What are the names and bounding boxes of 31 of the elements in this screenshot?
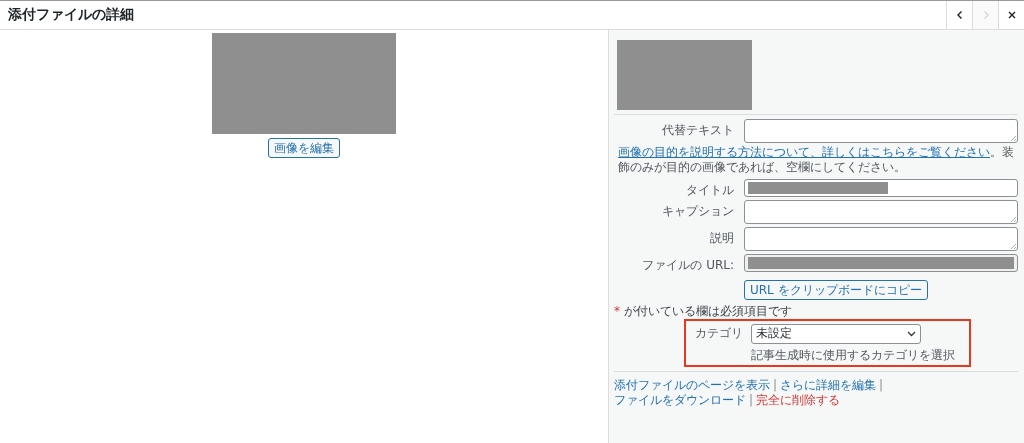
required-note: * が付いている欄は必須項目です	[614, 304, 793, 319]
separator: |	[879, 377, 884, 393]
action-link[interactable]: さらに詳細を編集	[780, 377, 877, 393]
window-title: 添付ファイルの詳細	[8, 6, 134, 24]
field-label: タイトル	[685, 182, 734, 198]
separator: |	[773, 377, 778, 393]
text-area[interactable]	[744, 200, 1018, 225]
help-text: 記事生成時に使用するカテゴリを選択	[751, 347, 956, 362]
resize-grip-icon[interactable]	[1010, 135, 1016, 141]
input-field[interactable]	[744, 179, 1018, 197]
text-area[interactable]	[744, 119, 1018, 143]
field-label: ファイルの URL:	[641, 257, 734, 273]
category-select[interactable]: 未設定	[751, 323, 921, 344]
field-label: 代替テキスト	[661, 122, 734, 139]
text-area[interactable]	[744, 227, 1018, 252]
resize-grip-icon[interactable]	[1010, 216, 1016, 223]
resize-grip-icon[interactable]	[1010, 243, 1016, 250]
field-label: 説明	[709, 230, 734, 248]
separator: |	[749, 393, 754, 408]
chevron-down-icon	[907, 330, 916, 337]
field-label: キャプション	[661, 203, 734, 221]
close-icon	[1006, 10, 1017, 20]
action-link[interactable]: ファイルをダウンロード	[614, 393, 746, 408]
help-text: 画像の目的を説明する方法について、詳しくはこちらをご覧ください。装飾のみが目的の画像であれば、空欄にしてください。	[618, 145, 1015, 175]
help-link[interactable]: 画像の目的を説明する方法について、詳しくはこちらをご覧ください	[618, 145, 990, 159]
action-link[interactable]: 添付ファイルのページを表示	[614, 377, 770, 393]
copy-url-button[interactable]: URL をクリップボードにコピー	[744, 279, 928, 301]
field-label: カテゴリ	[694, 326, 743, 341]
action-link[interactable]: 完全に削除する	[756, 393, 841, 408]
edit-image-button[interactable]: 画像を編集	[268, 138, 340, 159]
input-field[interactable]	[744, 254, 1018, 273]
